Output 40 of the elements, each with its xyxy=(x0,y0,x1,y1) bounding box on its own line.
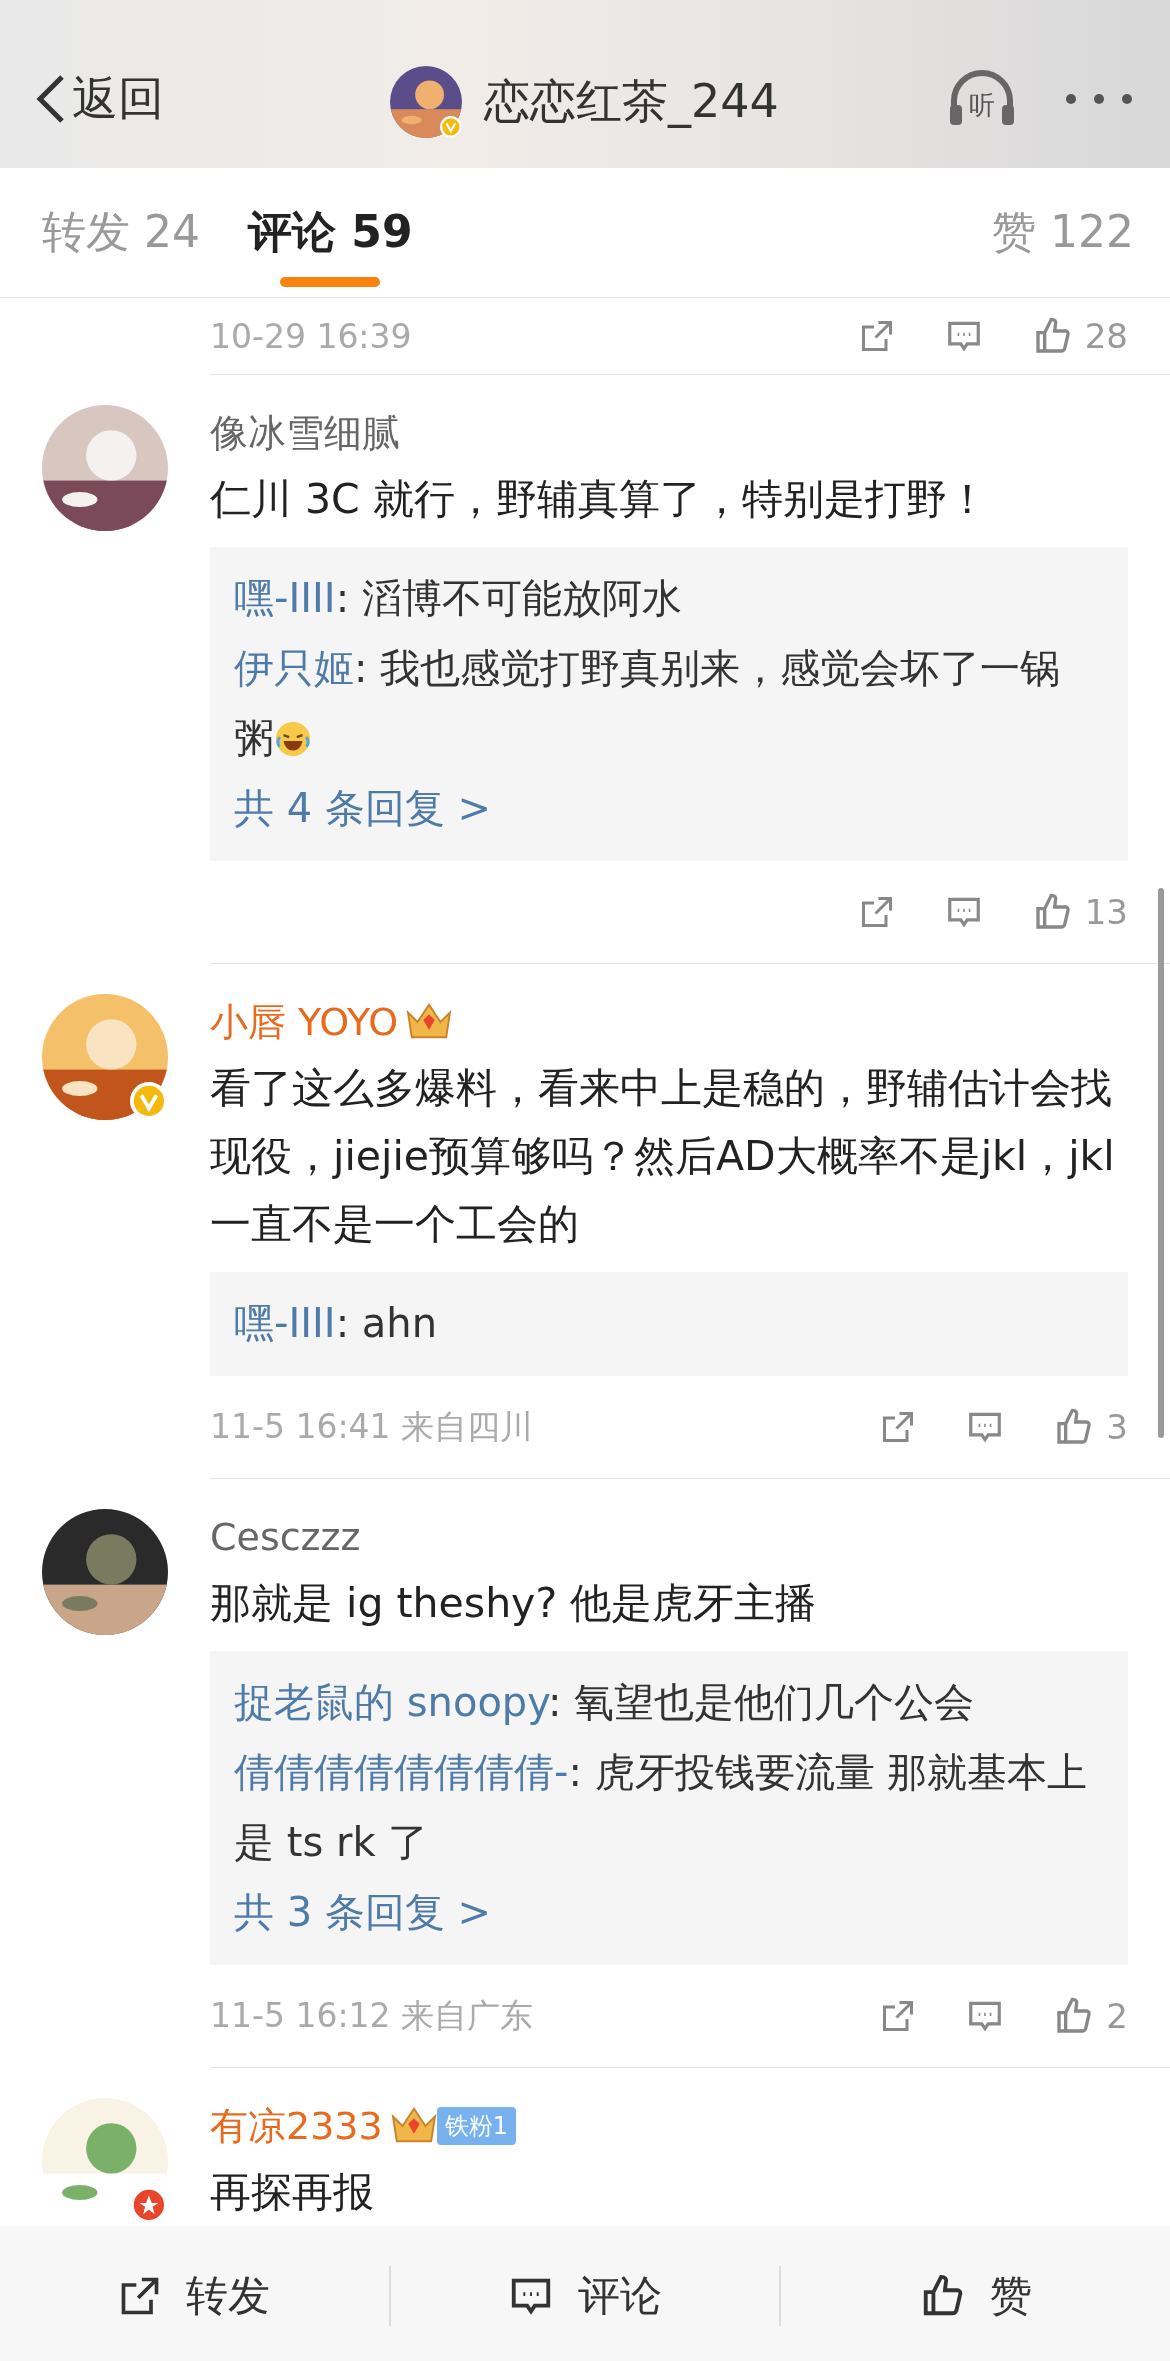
back-button[interactable]: 返回 xyxy=(36,68,164,130)
user-name[interactable]: 像冰雪细腻 xyxy=(210,407,400,459)
reply-text: 嘿-IIII: ahn xyxy=(234,1299,439,1348)
tab[interactable]: 赞 122 xyxy=(992,168,1134,297)
comment-button[interactable]: 评论 xyxy=(388,2266,780,2326)
reply-author-link[interactable]: 倩倩倩倩倩倩倩倩- xyxy=(234,1749,569,1795)
listen-button[interactable]: 听 xyxy=(946,69,1018,129)
reply-text: 伊只姬: 我也感觉打野真别来，感觉会坏了一锅粥 xyxy=(234,644,1062,763)
more-icon[interactable] xyxy=(1064,92,1134,106)
comment-text: 仁川 3C 就行，野辅真算了，特别是打野！ xyxy=(210,474,989,525)
tab[interactable]: 转发 24 xyxy=(42,168,200,297)
more-replies-link[interactable]: 共 4 条回复 > xyxy=(234,773,1088,843)
comment-text: 再探再报 xyxy=(210,2167,375,2218)
like-button[interactable]: 3 xyxy=(1054,1407,1128,1447)
page-title: 恋恋红茶_244 xyxy=(484,73,779,130)
share-button[interactable]: 转发 xyxy=(0,2266,389,2326)
tab[interactable]: 评论 59 xyxy=(248,168,413,297)
reply-author-link[interactable]: 嘿-IIII xyxy=(234,575,336,621)
reply-author-link[interactable]: 捉老鼠的 snoopy xyxy=(234,1679,548,1725)
reply-author-link[interactable]: 嘿-IIII xyxy=(234,1300,336,1346)
fan-badge: 铁粉1 xyxy=(436,2107,516,2145)
user-name[interactable]: Cesczzz xyxy=(210,1515,361,1559)
user-name[interactable]: 有凉2333 xyxy=(210,2100,383,2152)
like-button[interactable]: 赞 xyxy=(779,2266,1170,2326)
like-button[interactable]: 13 xyxy=(1032,892,1128,932)
back-chevron-icon xyxy=(36,73,66,125)
reply-text: 嘿-IIII: 滔博不可能放阿水 xyxy=(234,574,683,623)
comment-time: 11-5 16:41 来自四川 xyxy=(210,1405,533,1448)
like-button[interactable]: 2 xyxy=(1054,1996,1128,2036)
reply-text: 捉老鼠的 snoopy: 氧望也是他们几个公会 xyxy=(234,1678,976,1727)
comment-text: 那就是 ig theshy? 他是虎牙主播 xyxy=(210,1578,818,1629)
verified-icon xyxy=(440,116,462,138)
comment-time: 10-29 16:39 xyxy=(210,316,412,356)
user-name[interactable]: 小唇 YOYO xyxy=(210,996,399,1048)
reply-text: 倩倩倩倩倩倩倩倩-: 虎牙投钱要流量 那就基本上是 ts rk 了 xyxy=(234,1748,1088,1867)
comment-text: 看了这么多爆料，看来中上是稳的，野辅估计会找现役，jiejie预算够吗？然后AD大概率不是jkl，jkl一直不是一个工会的 xyxy=(210,1063,1116,1250)
reply-author-link[interactable]: 伊只姬 xyxy=(234,645,354,691)
more-replies-link[interactable]: 共 3 条回复 > xyxy=(234,1877,1088,1947)
like-button[interactable]: 28 xyxy=(1032,316,1128,356)
comment-time: 11-5 16:12 来自广东 xyxy=(210,1994,533,2037)
